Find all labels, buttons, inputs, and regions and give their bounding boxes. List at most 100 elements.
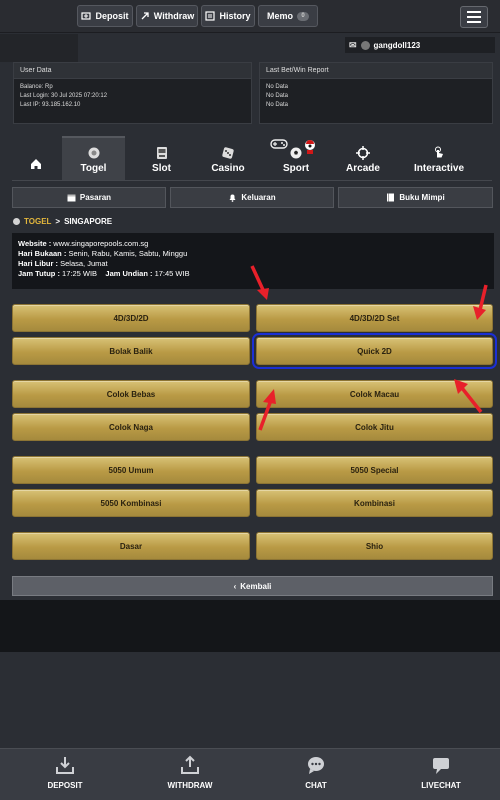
last-login-text: Last Login: 30 Jul 2025 07:20:12 (20, 93, 108, 99)
crosshair-icon (356, 146, 370, 160)
breadcrumb-current: SINGAPORE (64, 217, 113, 226)
tab-home[interactable] (18, 136, 54, 180)
bet-quick-2d-button[interactable]: Quick 2D (252, 333, 497, 369)
closed-days-value: Selasa, Jumat (58, 259, 108, 268)
tab-togel-label: Togel (80, 163, 107, 174)
bottom-livechat-label: LIVECHAT (421, 781, 461, 790)
slot-icon (156, 147, 167, 159)
menu-icon-bar (467, 16, 481, 18)
envelope-icon[interactable]: ✉ (349, 40, 357, 51)
breadcrumb: TOGEL > SINGAPORE (13, 217, 112, 226)
bottom-nav: DEPOSIT WITHDRAW CHAT LIVECHAT (0, 748, 500, 800)
book-icon (387, 193, 395, 202)
draw-time-value: 17:45 WIB (152, 269, 190, 278)
buku-mimpi-button[interactable]: Buku Mimpi (338, 187, 493, 208)
livechat-icon (433, 758, 449, 774)
balance-text: Balance: Rp (20, 84, 53, 90)
tab-interactive[interactable]: Interactive (402, 136, 476, 180)
bet-colok-jitu-button[interactable]: Colok Jitu (256, 413, 493, 441)
open-days-label: Hari Bukaan : (18, 249, 67, 258)
pasaran-button[interactable]: Pasaran (12, 187, 166, 208)
bell-icon (229, 194, 236, 202)
buku-mimpi-label: Buku Mimpi (399, 193, 445, 202)
menu-icon-bar (467, 21, 481, 23)
tab-arcade[interactable]: Arcade (334, 136, 392, 180)
last-bet-title: Last Bet/Win Report (260, 63, 492, 79)
back-button[interactable]: ‹ Kembali (12, 576, 493, 596)
user-box[interactable]: ✉ gangdoll123 (345, 37, 495, 53)
close-time-value: 17:25 WIB (59, 269, 98, 278)
website-label: Website : (18, 239, 52, 248)
username: gangdoll123 (373, 40, 421, 50)
tab-casino[interactable]: Casino (198, 136, 258, 180)
keluaran-label: Keluaran (241, 193, 276, 202)
website-value: www.singaporepools.com.sg (51, 239, 149, 248)
ball-icon (88, 147, 99, 159)
chevron-left-icon: ‹ (233, 581, 237, 591)
withdraw-button[interactable]: Withdraw (136, 5, 198, 27)
tab-slot[interactable]: Slot (134, 136, 189, 180)
tab-togel[interactable]: Togel (62, 136, 125, 180)
pasaran-label: Pasaran (79, 193, 112, 202)
last-bet-row: No Data (266, 102, 289, 108)
chat-icon (308, 757, 324, 774)
red-arrow-icon (473, 284, 488, 320)
deposit-button[interactable]: Deposit (77, 5, 133, 27)
bet-kombinasi-button[interactable]: Kombinasi (256, 489, 493, 517)
bottom-withdraw-label: WITHDRAW (167, 781, 213, 790)
bet-4d3d2d-set-button[interactable]: 4D/3D/2D Set (256, 304, 493, 332)
user-data-title: User Data (14, 63, 251, 79)
bottom-chat-label: CHAT (305, 781, 327, 790)
tab-slot-label: Slot (152, 163, 171, 174)
bottom-chat-button[interactable]: CHAT (266, 755, 366, 790)
bet-bolak-balik-button[interactable]: Bolak Balik (12, 337, 250, 365)
touch-icon (435, 146, 443, 158)
last-ip-text: Last IP: 93.185.162.10 (20, 102, 81, 108)
upload-icon (181, 755, 199, 774)
user-data-panel: User Data Balance: Rp Last Login: 30 Jul… (13, 62, 252, 124)
withdraw-label: Withdraw (153, 11, 195, 21)
dice-icon (222, 147, 234, 159)
bet-5050-kombinasi-button[interactable]: 5050 Kombinasi (12, 489, 250, 517)
calendar-icon (67, 194, 76, 202)
bet-5050-special-button[interactable]: 5050 Special (256, 456, 493, 484)
back-label: Kembali (240, 581, 272, 591)
bet-colok-bebas-button[interactable]: Colok Bebas (12, 380, 250, 408)
history-label: History (219, 11, 251, 21)
bet-shio-button[interactable]: Shio (256, 532, 493, 560)
logo-area (0, 34, 78, 62)
breadcrumb-togel[interactable]: TOGEL (24, 217, 51, 226)
menu-icon-bar (467, 11, 481, 13)
last-bet-row: No Data (266, 84, 289, 90)
memo-label: Memo (266, 11, 293, 21)
last-bet-row: No Data (266, 93, 289, 99)
bet-dasar-button[interactable]: Dasar (12, 532, 250, 560)
bet-5050-umum-button[interactable]: 5050 Umum (12, 456, 250, 484)
bet-colok-naga-button[interactable]: Colok Naga (12, 413, 250, 441)
category-tabs: Togel Slot Casino Sport Arcade Interacti… (12, 136, 492, 180)
last-bet-panel: Last Bet/Win Report No Data No Data No D… (259, 62, 493, 124)
deposit-label: Deposit (95, 11, 129, 21)
lower-area (0, 652, 500, 748)
tab-casino-label: Casino (211, 163, 245, 174)
dark-band (0, 600, 500, 652)
bottom-withdraw-button[interactable]: WITHDRAW (140, 755, 240, 790)
red-arrow-icon (250, 265, 269, 300)
bottom-deposit-button[interactable]: DEPOSIT (15, 755, 115, 790)
deposit-icon (81, 12, 92, 20)
close-time-label: Jam Tutup : (18, 269, 60, 278)
mascot-icon (305, 140, 315, 154)
menu-button[interactable] (460, 6, 488, 28)
keluaran-button[interactable]: Keluaran (170, 187, 334, 208)
bet-4d3d2d-button[interactable]: 4D/3D/2D (12, 304, 250, 332)
home-icon (31, 159, 41, 169)
draw-time-label: Jam Undian : (105, 269, 153, 278)
category-divider (12, 180, 492, 181)
memo-button[interactable]: Memo 0 (258, 5, 318, 27)
download-icon (56, 757, 74, 774)
bottom-livechat-button[interactable]: LIVECHAT (391, 755, 491, 790)
top-bar: Deposit Withdraw History Memo 0 (0, 0, 500, 33)
bullet-icon (13, 218, 20, 225)
history-button[interactable]: History (201, 5, 255, 27)
tab-interactive-label: Interactive (413, 163, 465, 174)
